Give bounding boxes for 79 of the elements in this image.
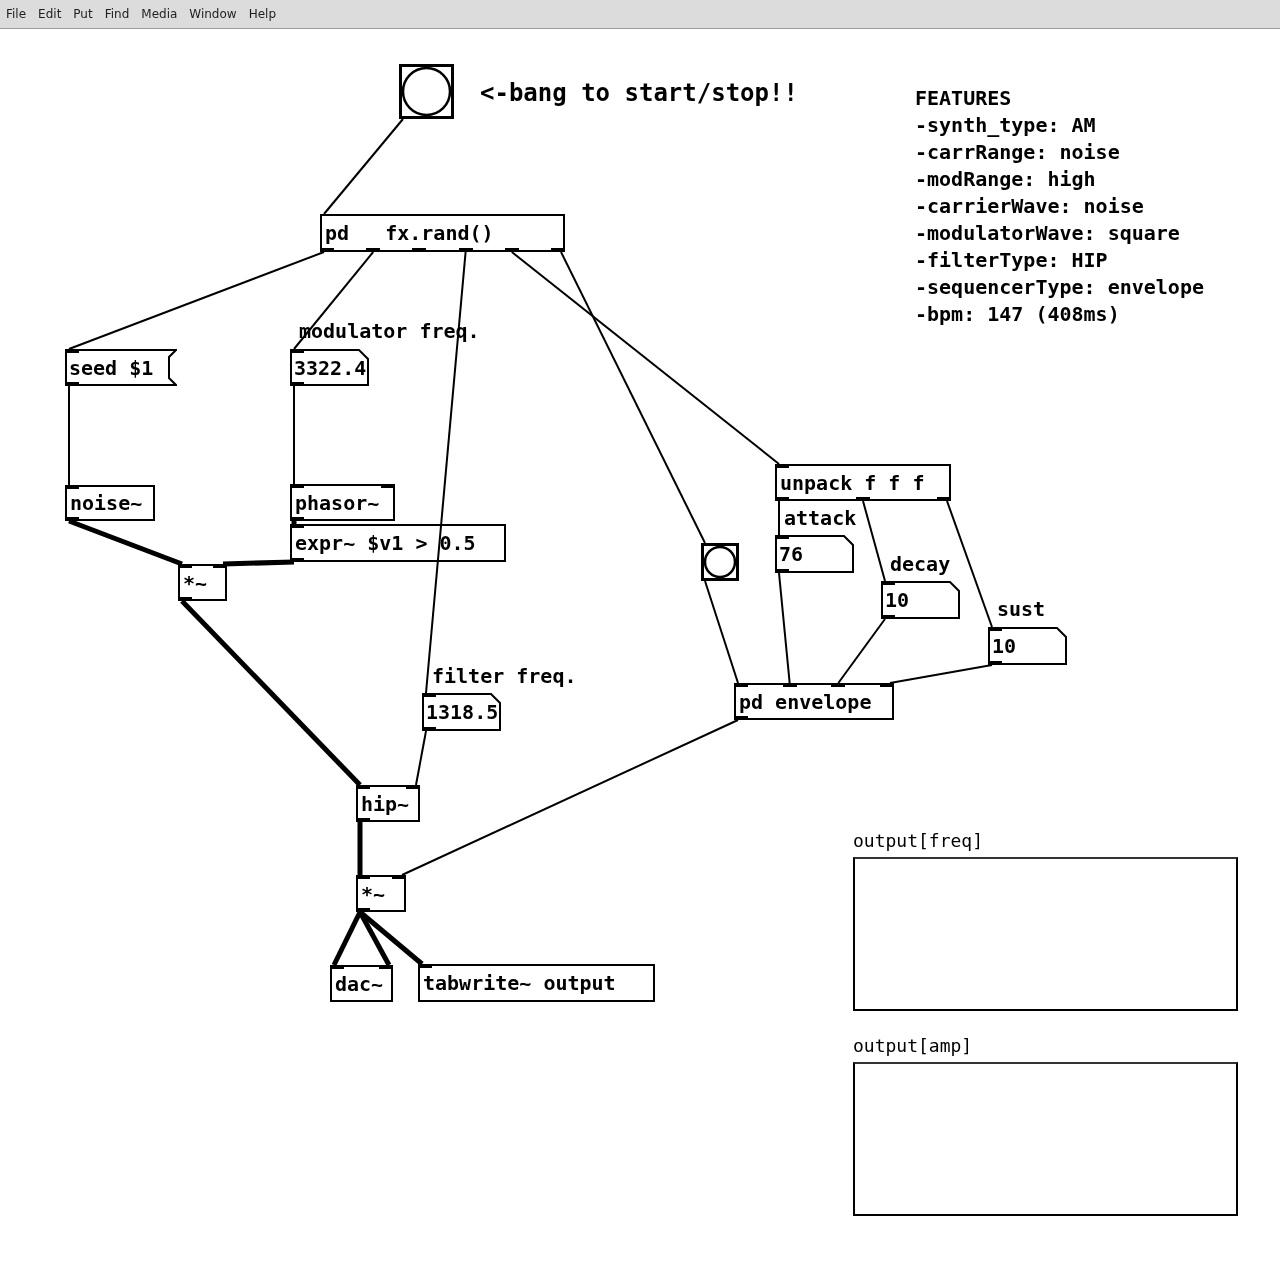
feature-line: -carrRange: noise: [915, 139, 1121, 166]
inlet-port: [734, 683, 748, 687]
outlet-port: [881, 615, 895, 619]
bang-button[interactable]: [701, 543, 739, 581]
menu-item[interactable]: Help: [248, 6, 276, 22]
inlet-port: [381, 484, 395, 488]
feature-line: -modulatorWave: square: [915, 220, 1181, 247]
inlet-port: [880, 683, 894, 687]
number-box[interactable]: 3322.4: [290, 349, 369, 386]
outlet-port: [290, 558, 304, 562]
features-heading: FEATURES: [915, 85, 1013, 112]
outlet-port: [320, 248, 334, 252]
comment-text: attack: [784, 505, 857, 532]
inlet-port: [422, 693, 436, 697]
menu-item[interactable]: Window: [189, 6, 237, 22]
inlet-port: [65, 485, 79, 489]
outlet-port: [458, 248, 473, 252]
comment-text: <-bang to start/stop!!: [480, 79, 798, 108]
menu-item[interactable]: Edit: [38, 6, 62, 22]
inlet-port: [418, 964, 432, 968]
inlet-port: [178, 564, 192, 568]
feature-line: -carrierWave: noise: [915, 193, 1145, 220]
comment-text: sust: [997, 596, 1046, 623]
array-label: output[freq]: [853, 830, 984, 852]
bang-button[interactable]: [399, 64, 454, 119]
feature-line: -filterType: HIP: [915, 247, 1109, 274]
outlet-port: [937, 497, 951, 501]
outlet-port: [734, 716, 748, 720]
inlet-port: [213, 564, 227, 568]
inlet-port: [881, 581, 895, 585]
number-box[interactable]: 10: [881, 581, 960, 619]
outlet-port: [178, 597, 192, 601]
feature-line: -sequencerType: envelope: [915, 274, 1204, 301]
inlet-port: [775, 535, 789, 539]
object-box: tabwrite~ output: [418, 964, 655, 1002]
outlet-port: [856, 497, 870, 501]
outlet-port: [775, 497, 789, 501]
feature-line: -modRange: high: [915, 166, 1097, 193]
inlet-port: [406, 785, 420, 789]
inlet-port: [330, 965, 344, 969]
outlet-port: [65, 517, 79, 521]
inlet-port: [379, 965, 393, 969]
number-box[interactable]: 76: [775, 535, 854, 573]
inlet-port: [782, 683, 797, 687]
outlet-port: [551, 248, 565, 252]
outlet-port: [366, 248, 381, 252]
inlet-port: [290, 484, 304, 488]
object-box: expr~ $v1 > 0.5: [290, 524, 506, 562]
inlet-port: [290, 349, 304, 353]
outlet-port: [356, 908, 370, 912]
number-box[interactable]: 10: [988, 627, 1067, 665]
outlet-port: [290, 382, 304, 386]
feature-line: -bpm: 147 (408ms): [915, 301, 1121, 328]
menu-item[interactable]: File: [6, 6, 27, 22]
inlet-port: [831, 683, 846, 687]
outlet-port: [356, 818, 370, 822]
menu-item[interactable]: Media: [141, 6, 178, 22]
number-box[interactable]: 1318.5: [422, 693, 501, 731]
outlet-port: [422, 727, 436, 731]
inlet-port: [988, 627, 1002, 631]
message-box[interactable]: seed $1: [65, 349, 177, 386]
inlet-port: [65, 349, 79, 353]
array-label: output[amp]: [853, 1035, 973, 1057]
inlet-port: [356, 785, 370, 789]
outlet-port: [504, 248, 519, 252]
inlet-port: [392, 875, 406, 879]
comment-text: decay: [890, 551, 951, 578]
outlet-port: [290, 517, 304, 521]
outlet-port: [412, 248, 427, 252]
inlet-port: [775, 464, 789, 468]
menu-item[interactable]: Find: [104, 6, 130, 22]
outlet-port: [65, 382, 79, 386]
feature-line: -synth_type: AM: [915, 112, 1097, 139]
menu-item[interactable]: Put: [73, 6, 93, 22]
inlet-port: [290, 524, 304, 528]
inlet-port: [356, 875, 370, 879]
outlet-port: [775, 569, 789, 573]
comment-text: filter freq.: [432, 663, 577, 690]
outlet-port: [988, 661, 1002, 665]
